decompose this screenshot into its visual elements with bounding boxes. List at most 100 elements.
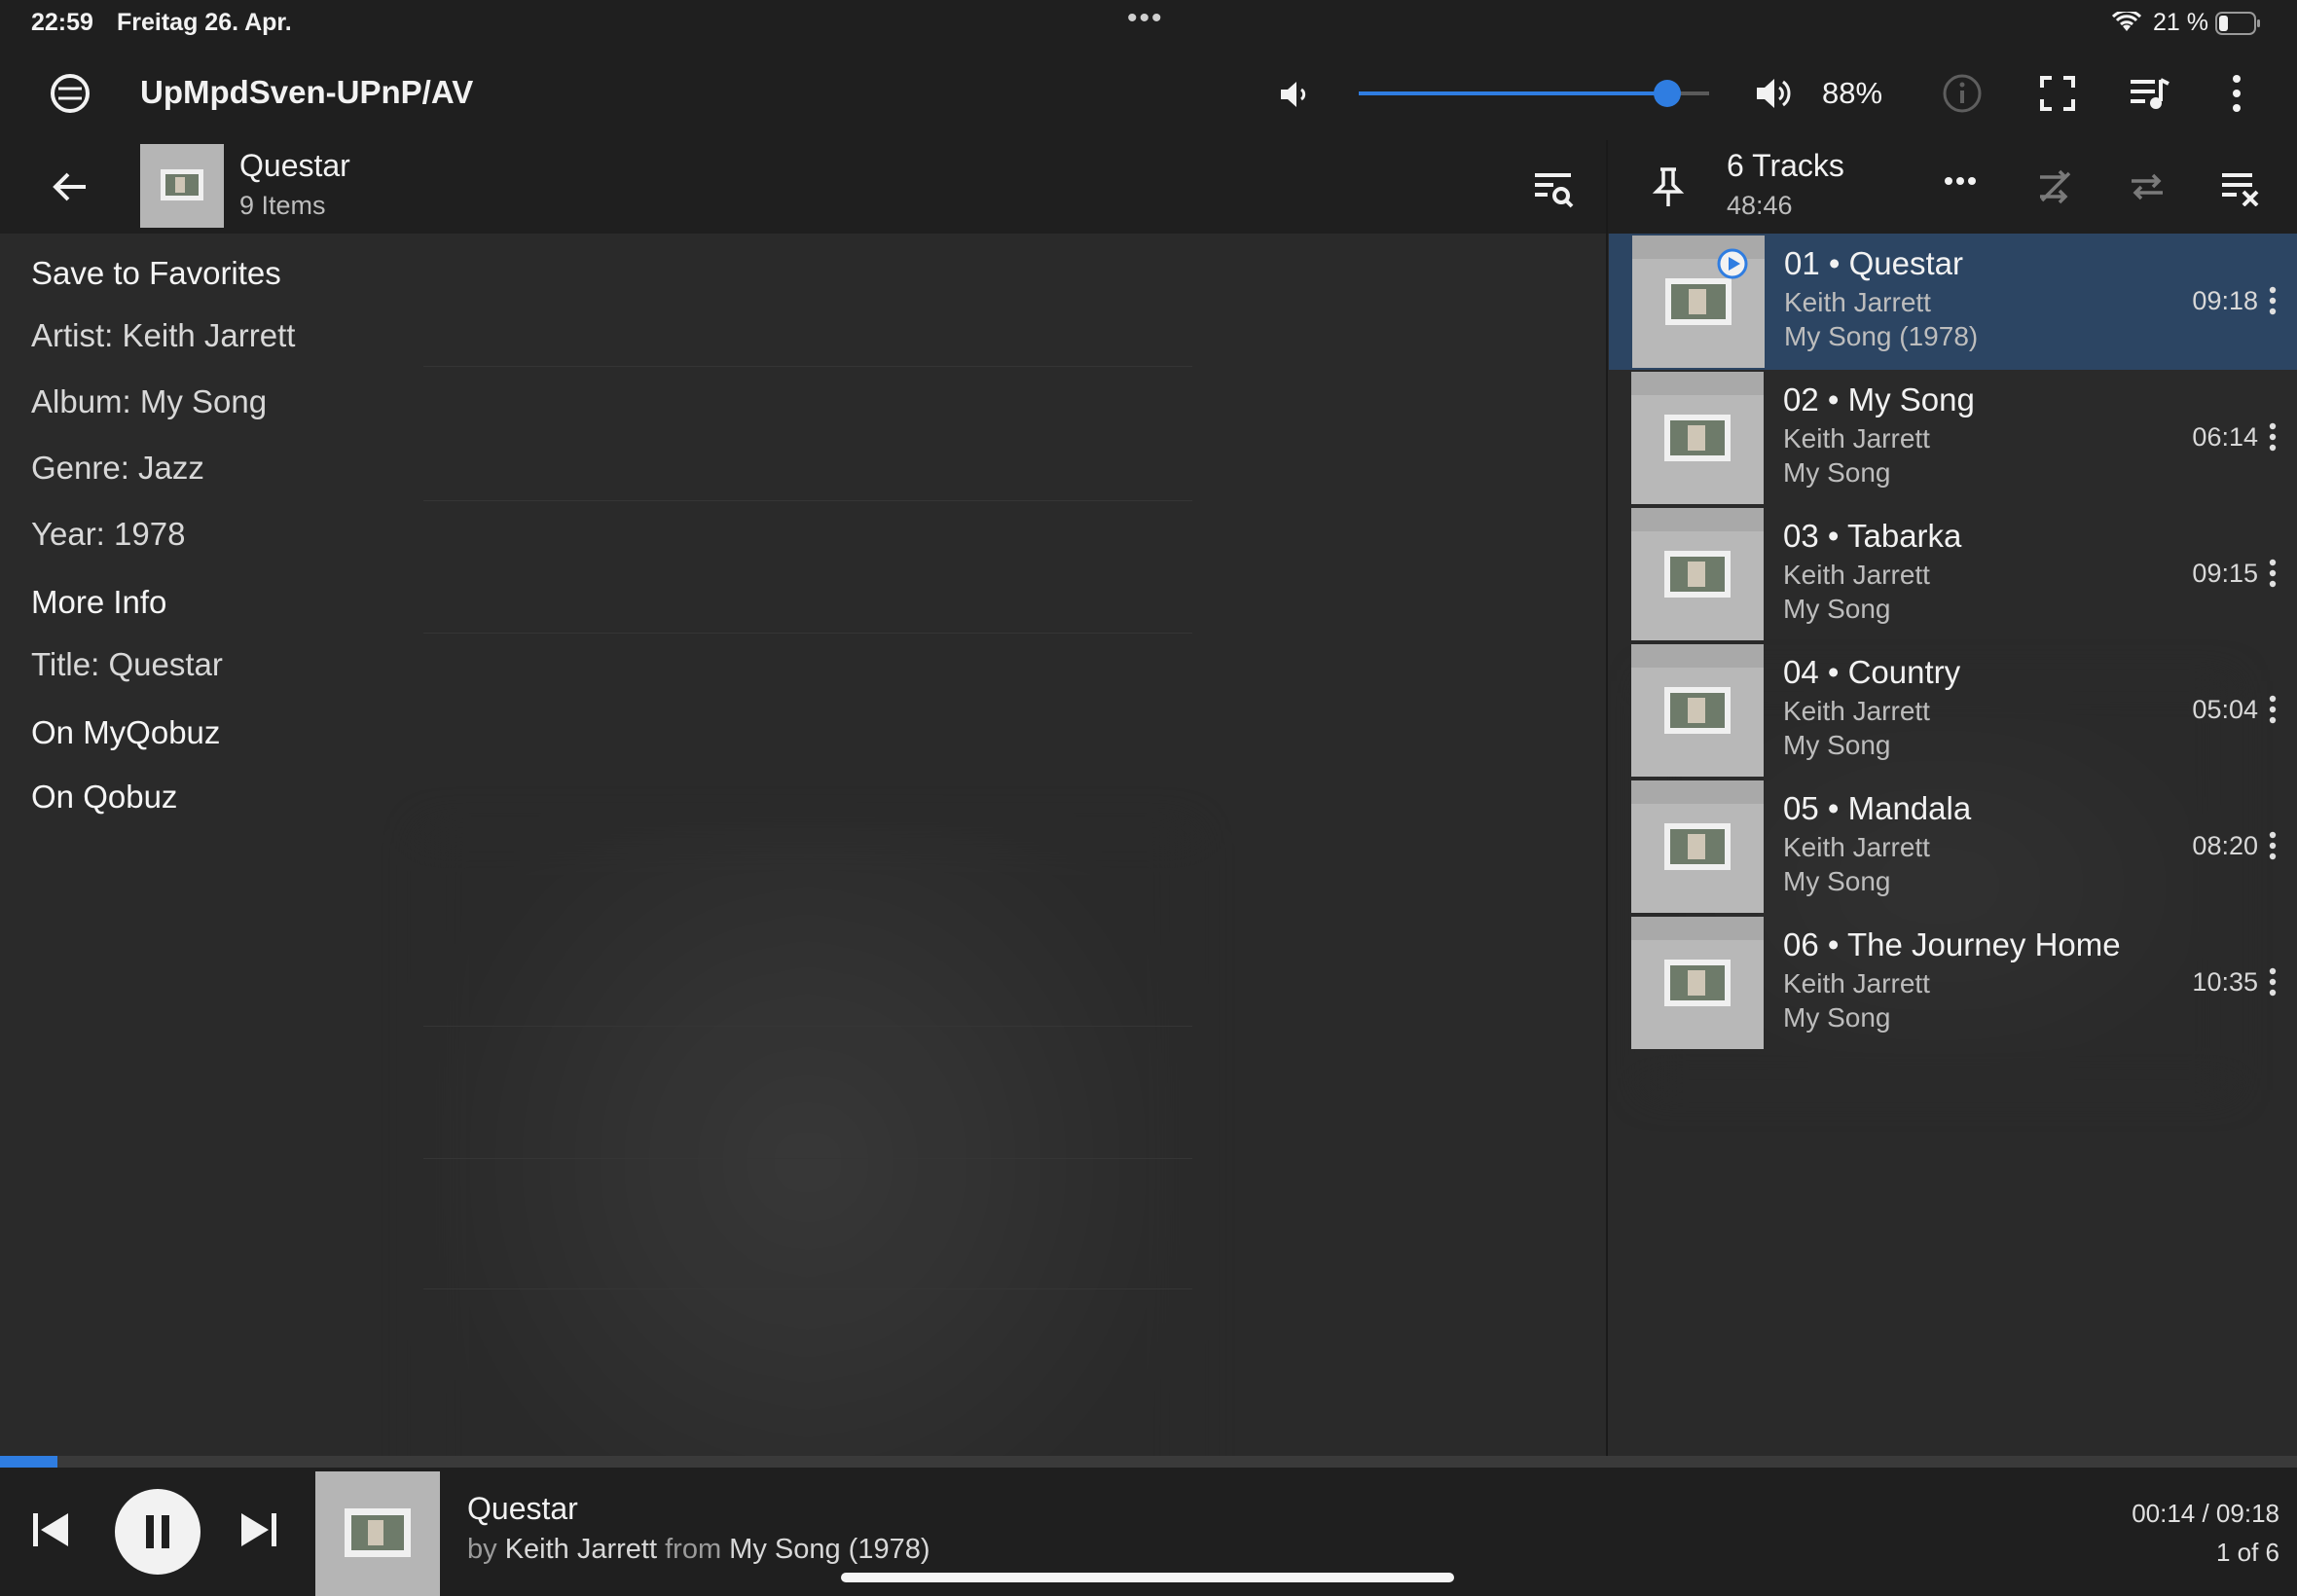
queue-track-row[interactable]: 02 • My Song Keith Jarrett My Song 06:14 (1608, 370, 2297, 506)
track-more-icon[interactable] (2268, 967, 2278, 997)
more-vertical-icon[interactable] (2229, 72, 2244, 115)
track-album: My Song (1783, 730, 1891, 760)
track-artist: Keith Jarrett (1783, 968, 1930, 998)
fullscreen-icon[interactable] (2038, 74, 2077, 113)
queue-track-row[interactable]: 01 • Questar Keith Jarrett My Song (1978) 0… (1609, 234, 2297, 370)
track-cover-thumbnail (1631, 508, 1764, 640)
track-cover-thumbnail (1631, 917, 1764, 1049)
browse-row[interactable]: On Qobuz (0, 779, 1606, 816)
shuffle-icon[interactable] (2036, 167, 2075, 206)
pause-button[interactable] (115, 1489, 201, 1575)
queue-icon[interactable] (2128, 74, 2170, 113)
row-divider (423, 1158, 1192, 1159)
clear-queue-icon[interactable] (2219, 167, 2262, 206)
search-list-icon[interactable] (1532, 167, 1575, 210)
wifi-icon (2112, 12, 2141, 33)
album-info-panel: Save to Favorites Artist: Keith Jarrett Al… (0, 234, 1606, 1456)
track-more-icon[interactable] (2268, 422, 2278, 452)
album-cover-thumbnail (140, 144, 224, 228)
browse-row[interactable]: Year: 1978 (0, 516, 1606, 553)
status-bar: 22:59 Freitag 26. Apr. ••• 21 % (0, 0, 2297, 47)
previous-track-icon[interactable] (29, 1508, 72, 1551)
queue-track-row[interactable]: 04 • Country Keith Jarrett My Song 05:04 (1608, 642, 2297, 779)
track-duration: 08:20 (2192, 831, 2258, 860)
queue-header: 6 Tracks 48:46 (1608, 140, 2297, 234)
track-more-icon[interactable] (2268, 559, 2278, 588)
track-album: My Song (1978) (1784, 321, 1979, 351)
queue-position: 1 of 6 (2215, 1538, 2279, 1567)
queue-track-count: 6 Tracks (1727, 148, 1844, 183)
volume-slider-thumb[interactable] (1653, 80, 1681, 107)
now-playing-album[interactable]: My Song (1978) (729, 1534, 930, 1565)
track-more-icon[interactable] (2268, 831, 2278, 860)
row-divider (423, 366, 1192, 367)
browse-row[interactable]: Album: My Song (0, 383, 1606, 420)
pause-icon (146, 1515, 169, 1548)
browse-row[interactable]: Title: Questar (0, 646, 1606, 683)
playback-progress-track[interactable] (0, 1456, 2297, 1468)
queue-track-row[interactable]: 06 • The Journey Home Keith Jarrett My Son… (1608, 915, 2297, 1051)
status-time: 22:59 (31, 9, 93, 36)
track-more-icon[interactable] (2268, 695, 2278, 724)
track-cover-thumbnail (1631, 644, 1764, 777)
next-track-icon[interactable] (237, 1508, 280, 1551)
row-divider (423, 1288, 1192, 1289)
queue-track-row[interactable]: 05 • Mandala Keith Jarrett My Song 08:20 (1608, 779, 2297, 915)
playback-progress-fill (0, 1456, 57, 1468)
now-playing-title[interactable]: Questar (467, 1491, 578, 1527)
home-indicator[interactable] (841, 1573, 1454, 1582)
track-title: 06 • The Journey Home (1783, 926, 2121, 962)
now-playing-artist[interactable]: Keith Jarrett (505, 1534, 657, 1565)
track-album: My Song (1783, 594, 1891, 624)
now-playing-subtitle: by Keith Jarrett from My Song (1978) (467, 1534, 930, 1566)
row-divider (423, 500, 1192, 501)
track-title: 03 • Tabarka (1783, 518, 1962, 554)
row-divider (423, 633, 1192, 634)
app-header: UpMpdSven-UPnP/AV 88% (0, 47, 2297, 140)
queue-list: 01 • Questar Keith Jarrett My Song (1978) 0… (1608, 234, 2297, 1456)
renderer-name[interactable]: UpMpdSven-UPnP/AV (140, 74, 473, 111)
track-more-icon[interactable] (2268, 286, 2278, 315)
battery-percent: 21 % (2153, 9, 2208, 36)
track-cover-thumbnail (1631, 372, 1764, 504)
now-playing-indicator-icon (1717, 248, 1748, 279)
volume-slider-fill (1359, 91, 1667, 95)
renderer-select-icon[interactable] (49, 72, 91, 115)
info-icon[interactable] (1941, 72, 1984, 115)
more-horizontal-icon[interactable] (1943, 175, 1978, 187)
track-artist: Keith Jarrett (1783, 560, 1930, 590)
browse-item-count: 9 Items (239, 191, 326, 220)
browse-row[interactable]: More Info (0, 584, 1606, 621)
now-playing-cover[interactable] (315, 1471, 440, 1596)
track-album: My Song (1783, 866, 1891, 896)
playback-time: 00:14 / 09:18 (2132, 1499, 2279, 1528)
browse-row[interactable]: Genre: Jazz (0, 450, 1606, 487)
track-duration: 10:35 (2192, 967, 2258, 997)
queue-total-duration: 48:46 (1727, 191, 1793, 220)
now-playing-from-label: from (665, 1534, 722, 1565)
track-cover-thumbnail (1631, 780, 1764, 913)
browse-header: Questar 9 Items (0, 140, 1606, 234)
volume-down-icon[interactable] (1277, 78, 1310, 111)
back-arrow-icon[interactable] (51, 167, 90, 206)
track-title: 04 • Country (1783, 654, 1961, 690)
track-artist: Keith Jarrett (1783, 832, 1930, 862)
volume-percent: 88% (1822, 76, 1883, 110)
browse-row[interactable]: Save to Favorites (0, 255, 1606, 292)
track-artist: Keith Jarrett (1783, 696, 1930, 726)
row-divider (423, 1026, 1192, 1027)
multitasking-dots-icon[interactable]: ••• (1127, 2, 1164, 35)
queue-track-row[interactable]: 03 • Tabarka Keith Jarrett My Song 09:15 (1608, 506, 2297, 642)
track-artist: Keith Jarrett (1783, 423, 1930, 453)
track-title: 05 • Mandala (1783, 790, 1972, 826)
track-artist: Keith Jarrett (1784, 287, 1931, 317)
browse-row[interactable]: Artist: Keith Jarrett (0, 317, 1606, 354)
track-duration: 09:18 (2192, 286, 2258, 315)
now-playing-by-label: by (467, 1534, 497, 1565)
track-album: My Song (1783, 457, 1891, 488)
repeat-icon[interactable] (2128, 167, 2167, 206)
browse-row[interactable]: On MyQobuz (0, 714, 1606, 751)
track-title: 01 • Questar (1784, 245, 1963, 281)
pin-icon[interactable] (1651, 165, 1686, 210)
volume-up-icon[interactable] (1754, 74, 1795, 113)
